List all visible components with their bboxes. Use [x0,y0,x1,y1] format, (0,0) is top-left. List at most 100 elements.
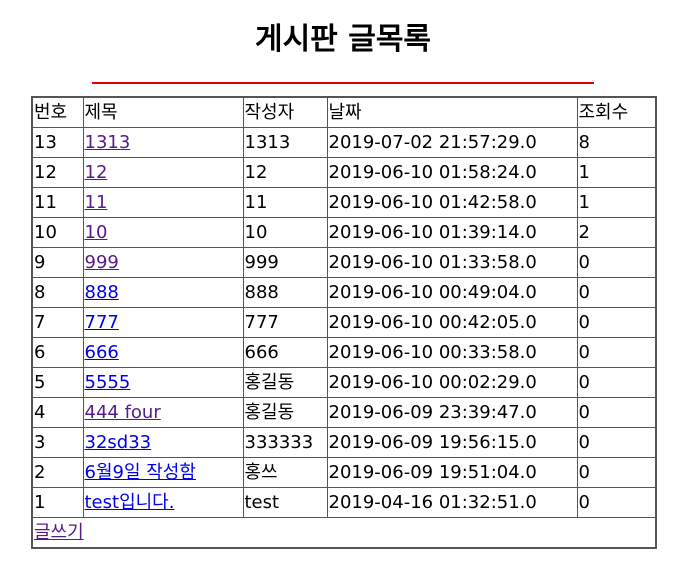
post-subject-link[interactable]: 888 [85,282,119,303]
post-views: 2 [576,217,657,248]
table-row: 13 1313 1313 2019-07-02 21:57:29.0 8 [31,127,657,158]
post-date: 2019-06-10 01:42:58.0 [326,187,578,218]
table-row: 5 5555 홍길동 2019-06-10 00:02:29.0 0 [31,367,657,398]
post-writer: 홍쓰 [242,457,328,488]
post-date: 2019-06-10 01:39:14.0 [326,217,578,248]
post-subject-link[interactable]: 32sd33 [85,432,152,453]
post-subject-link[interactable]: 5555 [85,372,131,393]
post-views: 0 [576,307,657,338]
table-row: 6 666 666 2019-06-10 00:33:58.0 0 [31,337,657,368]
write-post-link[interactable]: 글쓰기 [34,522,84,543]
post-writer: 11 [242,187,328,218]
post-subject-cell: 6월9일 작성함 [82,457,244,488]
post-writer: 10 [242,217,328,248]
table-row: 4 444 four 홍길동 2019-06-09 23:39:47.0 0 [31,397,657,428]
post-number: 11 [31,187,84,218]
table-row: 2 6월9일 작성함 홍쓰 2019-06-09 19:51:04.0 0 [31,457,657,488]
write-cell: 글쓰기 [31,517,657,549]
table-row: 1 test입니다. test 2019-04-16 01:32:51.0 0 [31,487,657,518]
post-views: 0 [576,487,657,518]
post-number: 6 [31,337,84,368]
post-subject-cell: 32sd33 [82,427,244,458]
header-date: 날짜 [326,96,578,128]
post-date: 2019-06-10 00:33:58.0 [326,337,578,368]
post-writer: 홍길동 [242,367,328,398]
post-views: 0 [576,337,657,368]
post-date: 2019-06-09 23:39:47.0 [326,397,578,428]
post-writer: 666 [242,337,328,368]
post-number: 1 [31,487,84,518]
post-writer: 12 [242,157,328,188]
table-row: 12 12 12 2019-06-10 01:58:24.0 1 [31,157,657,188]
post-date: 2019-06-09 19:56:15.0 [326,427,578,458]
post-views: 0 [576,397,657,428]
post-subject-cell: 888 [82,277,244,308]
post-date: 2019-06-10 00:42:05.0 [326,307,578,338]
post-subject-link[interactable]: 10 [85,222,108,243]
post-subject-link[interactable]: 11 [85,192,108,213]
post-writer: 홍길동 [242,397,328,428]
post-writer: 1313 [242,127,328,158]
post-subject-cell: 1313 [82,127,244,158]
post-date: 2019-06-10 01:58:24.0 [326,157,578,188]
post-views: 0 [576,277,657,308]
post-views: 0 [576,427,657,458]
table-header-row: 번호 제목 작성자 날짜 조회수 [31,96,657,128]
post-subject-link[interactable]: 6월9일 작성함 [85,462,196,483]
post-number: 8 [31,277,84,308]
title-divider [92,82,594,84]
table-row: 11 11 11 2019-06-10 01:42:58.0 1 [31,187,657,218]
post-date: 2019-07-02 21:57:29.0 [326,127,578,158]
post-views: 0 [576,457,657,488]
post-subject-link[interactable]: 666 [85,342,119,363]
post-number: 12 [31,157,84,188]
post-views: 1 [576,157,657,188]
post-date: 2019-04-16 01:32:51.0 [326,487,578,518]
post-views: 0 [576,247,657,278]
post-subject-cell: 5555 [82,367,244,398]
post-subject-cell: test입니다. [82,487,244,518]
post-views: 0 [576,367,657,398]
header-subject: 제목 [82,96,244,128]
page-title: 게시판 글목록 [254,22,432,57]
post-subject-link[interactable]: 12 [85,162,108,183]
post-subject-link[interactable]: 777 [85,312,119,333]
post-subject-cell: 10 [82,217,244,248]
table-row: 9 999 999 2019-06-10 01:33:58.0 0 [31,247,657,278]
post-views: 1 [576,187,657,218]
board-list-table: 번호 제목 작성자 날짜 조회수 13 1313 1313 2019-07-02 21… [31,96,657,549]
post-number: 13 [31,127,84,158]
post-date: 2019-06-09 19:51:04.0 [326,457,578,488]
header-views: 조회수 [576,96,657,128]
table-row: 10 10 10 2019-06-10 01:39:14.0 2 [31,217,657,248]
table-row: 3 32sd33 333333 2019-06-09 19:56:15.0 0 [31,427,657,458]
post-date: 2019-06-10 00:49:04.0 [326,277,578,308]
post-number: 7 [31,307,84,338]
post-number: 3 [31,427,84,458]
post-writer: test [242,487,328,518]
post-subject-cell: 11 [82,187,244,218]
post-date: 2019-06-10 00:02:29.0 [326,367,578,398]
table-row: 8 888 888 2019-06-10 00:49:04.0 0 [31,277,657,308]
post-number: 10 [31,217,84,248]
post-subject-link[interactable]: 999 [85,252,119,273]
post-subject-cell: 777 [82,307,244,338]
table-footer-row: 글쓰기 [31,517,657,549]
post-views: 8 [576,127,657,158]
post-date: 2019-06-10 01:33:58.0 [326,247,578,278]
table-row: 7 777 777 2019-06-10 00:42:05.0 0 [31,307,657,338]
post-writer: 333333 [242,427,328,458]
post-writer: 777 [242,307,328,338]
post-number: 9 [31,247,84,278]
header-writer: 작성자 [242,96,328,128]
post-subject-link[interactable]: 1313 [85,132,131,153]
post-subject-cell: 666 [82,337,244,368]
post-subject-cell: 12 [82,157,244,188]
post-writer: 999 [242,247,328,278]
post-subject-link[interactable]: 444 four [85,402,161,423]
post-subject-link[interactable]: test입니다. [85,492,175,513]
header-num: 번호 [31,96,84,128]
post-number: 4 [31,397,84,428]
post-number: 2 [31,457,84,488]
post-number: 5 [31,367,84,398]
